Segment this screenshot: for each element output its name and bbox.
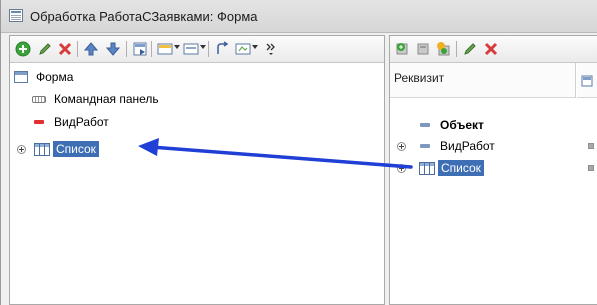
- tree-item-spisok[interactable]: Список: [34, 140, 99, 158]
- add-attribute-icon[interactable]: [394, 40, 412, 58]
- move-down-icon[interactable]: [104, 40, 122, 58]
- elements-toolbar: [10, 36, 384, 63]
- form-elements-pane: Форма Командная панель ВидРабот Список: [9, 35, 385, 305]
- column-header-label: Реквизит: [394, 71, 445, 85]
- field-icon[interactable]: [234, 40, 252, 58]
- chevron-down-icon[interactable]: [252, 45, 258, 49]
- link-icon[interactable]: [213, 40, 231, 58]
- more-icon[interactable]: [262, 40, 280, 58]
- delete-icon[interactable]: [56, 40, 74, 58]
- attr-item-object[interactable]: Объект: [420, 116, 484, 134]
- table-icon: [419, 161, 435, 175]
- checkbox-indicator[interactable]: [588, 165, 594, 171]
- tree-item-command-panel[interactable]: Командная панель: [32, 90, 159, 108]
- tree-item-label: Командная панель: [54, 92, 159, 106]
- tree-item-label: ВидРабот: [54, 115, 109, 129]
- form-window-icon: [9, 9, 23, 22]
- attribute-icon: [420, 144, 430, 148]
- tree-item-vidrabot[interactable]: ВидРабот: [34, 113, 109, 131]
- toolbar-separator: [456, 41, 457, 57]
- attribute-icon[interactable]: [414, 40, 432, 58]
- add-icon[interactable]: [14, 40, 32, 58]
- column-header-extra[interactable]: [577, 63, 597, 98]
- edit-icon[interactable]: [36, 40, 54, 58]
- attr-item-label: ВидРабот: [440, 139, 495, 153]
- toolbar-separator: [77, 41, 78, 57]
- tree-item-label: Форма: [36, 70, 74, 84]
- expand-icon[interactable]: [17, 145, 26, 154]
- title-bar: Обработка РаботаСЗаявками: Форма: [1, 0, 597, 33]
- toolbar-separator: [208, 41, 209, 57]
- edit-icon[interactable]: [461, 40, 479, 58]
- command-panel-icon: [32, 95, 46, 103]
- column-header-rekvizit[interactable]: Реквизит: [390, 63, 576, 98]
- chevron-down-icon[interactable]: [200, 45, 206, 49]
- form-editor-window: Обработка РаботаСЗаявками: Форма Форма К…: [0, 0, 597, 305]
- chevron-down-icon[interactable]: [174, 45, 180, 49]
- attr-item-spisok[interactable]: Список: [419, 159, 484, 177]
- add-subattribute-icon[interactable]: [434, 40, 452, 58]
- panel-icon[interactable]: [156, 40, 174, 58]
- checkbox-indicator[interactable]: [588, 143, 594, 149]
- form-icon: [14, 71, 28, 83]
- expand-icon[interactable]: [397, 142, 406, 151]
- toolbar-separator: [151, 41, 152, 57]
- toolbar-separator: [126, 41, 127, 57]
- group-icon[interactable]: [182, 40, 200, 58]
- attribute-icon: [420, 123, 430, 127]
- attr-item-vidrabot[interactable]: ВидРабот: [420, 137, 495, 155]
- attributes-toolbar: [390, 36, 597, 63]
- attr-item-label: Список: [438, 160, 484, 176]
- tree-item-label: Список: [53, 141, 99, 157]
- expand-icon[interactable]: [397, 164, 406, 173]
- attributes-pane: Реквизит Объект ВидРабот Список: [389, 35, 597, 305]
- move-up-icon[interactable]: [82, 40, 100, 58]
- form-item-icon[interactable]: [131, 40, 149, 58]
- field-icon: [34, 120, 44, 124]
- delete-icon[interactable]: [482, 40, 500, 58]
- column-icon: [581, 75, 593, 87]
- attr-item-label: Объект: [440, 118, 484, 132]
- table-icon: [34, 142, 50, 156]
- window-title: Обработка РаботаСЗаявками: Форма: [30, 9, 258, 24]
- tree-item-form[interactable]: Форма: [14, 68, 73, 86]
